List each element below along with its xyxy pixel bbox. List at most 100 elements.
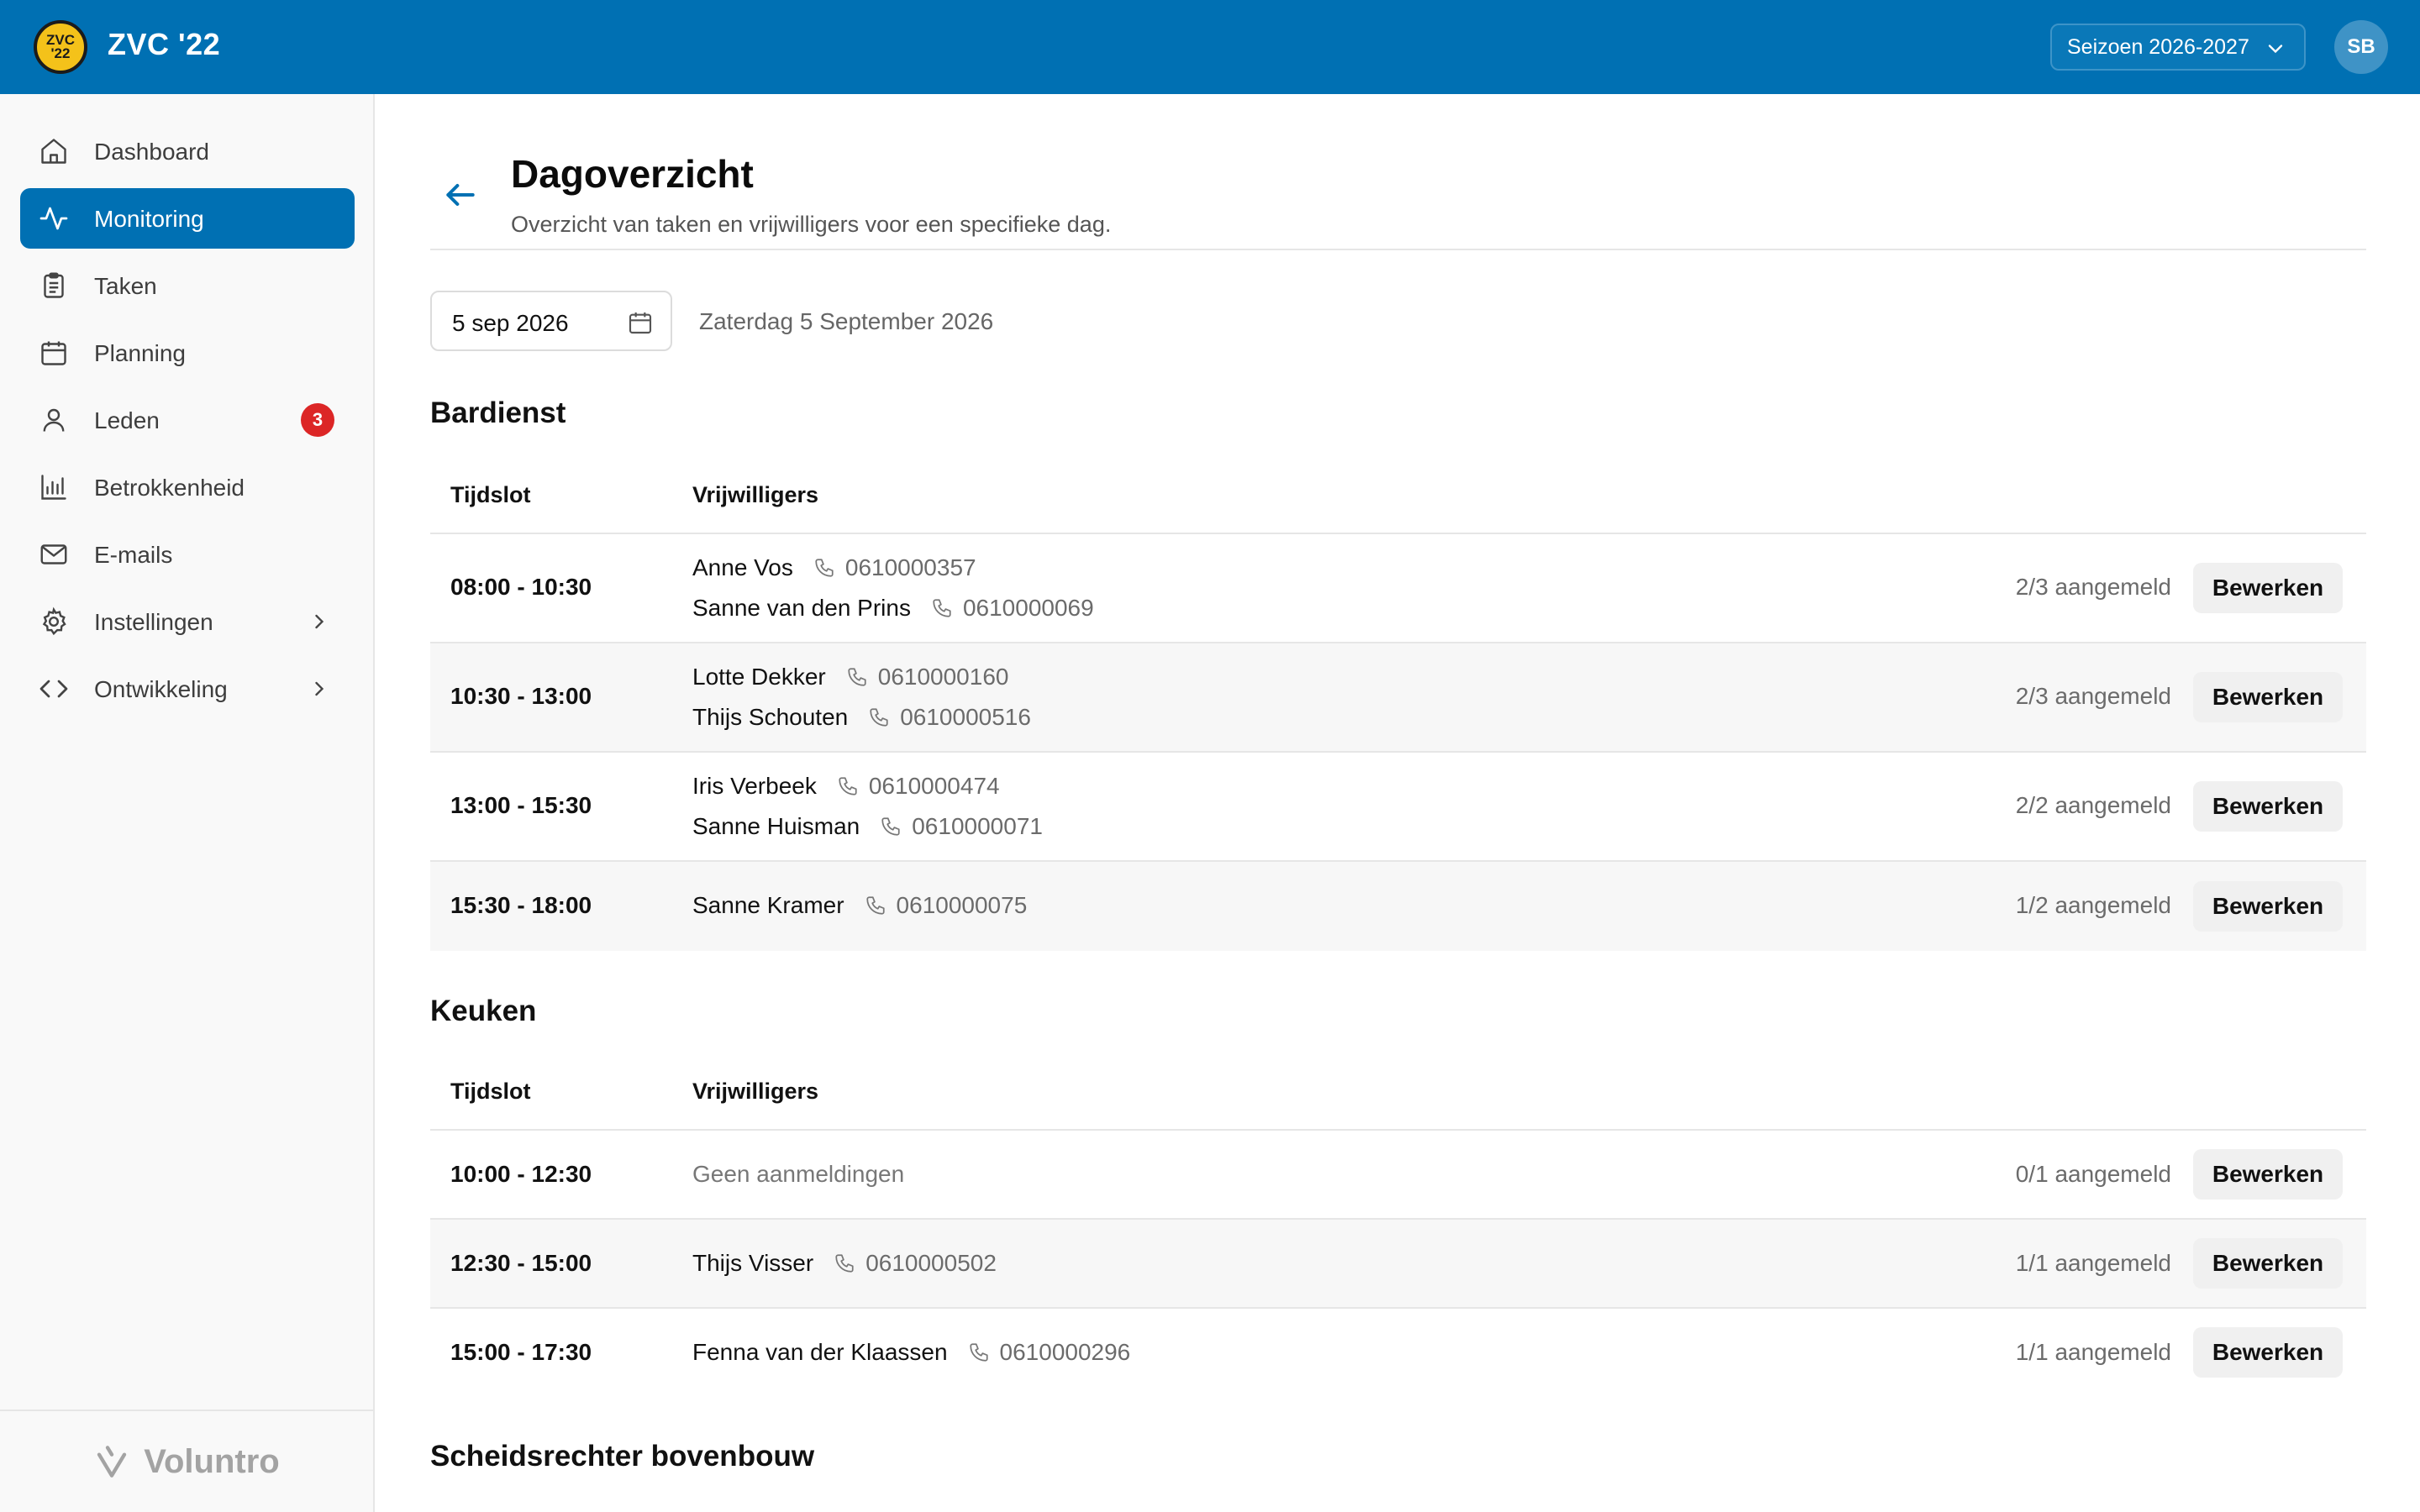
time-slot: 08:00 - 10:30 — [450, 574, 592, 600]
column-header-slot: Tijdslot — [450, 482, 531, 507]
phone-icon — [848, 668, 866, 686]
phone-icon — [865, 896, 885, 915]
volunteer-phone[interactable]: 0610000516 — [900, 704, 1031, 731]
signup-count: 1/2 aangemeld — [2015, 892, 2171, 918]
phone-icon — [933, 599, 951, 617]
edit-button[interactable]: Bewerken — [2193, 1238, 2343, 1289]
volunteer-phone[interactable]: 0610000296 — [1000, 1339, 1131, 1366]
sidebar-item-taken[interactable]: Taken — [20, 255, 355, 316]
volunteer-name: Iris Verbeek — [692, 773, 817, 799]
season-select[interactable]: Seizoen 2026-2027 — [2050, 24, 2306, 71]
column-header-volunteers: Vrijwilligers — [692, 482, 819, 507]
logo-text: ZVC '22 — [46, 32, 75, 61]
volunteer-name: Anne Vos — [692, 554, 793, 580]
time-slot: 13:00 - 15:30 — [450, 792, 592, 818]
sidebar-item-monitoring[interactable]: Monitoring — [20, 188, 355, 249]
code-icon — [39, 680, 68, 698]
club-logo: ZVC '22 — [34, 20, 87, 74]
table-row: 15:00 - 17:30 Fenna van der Klaassen 0610… — [430, 1309, 2366, 1396]
sidebar-item-leden[interactable]: Leden 3 — [20, 390, 355, 450]
sidebar-item-label: Dashboard — [94, 139, 209, 165]
phone-icon — [881, 817, 900, 836]
sidebar-item-label: E-mails — [94, 542, 173, 568]
edit-button[interactable]: Bewerken — [2193, 672, 2343, 722]
time-slot: 10:00 - 12:30 — [450, 1161, 592, 1187]
header-divider — [430, 249, 2366, 250]
volunteer-name: Lotte Dekker — [692, 664, 826, 690]
volunteer-phone[interactable]: 0610000502 — [865, 1250, 997, 1277]
volunteer-phone[interactable]: 0610000071 — [912, 813, 1043, 840]
sidebar-item-betrokkenheid[interactable]: Betrokkenheid — [20, 457, 355, 517]
sidebar-item-dashboard[interactable]: Dashboard — [20, 121, 355, 181]
volunteer-entry: Sanne Huisman 0610000071 — [692, 813, 1043, 840]
edit-button[interactable]: Bewerken — [2193, 1149, 2343, 1200]
volunteer-name: Thijs Visser — [692, 1250, 814, 1276]
edit-button[interactable]: Bewerken — [2193, 1327, 2343, 1378]
signup-count: 1/1 aangemeld — [2015, 1250, 2171, 1276]
edit-button[interactable]: Bewerken — [2193, 563, 2343, 613]
volunteer-name: Fenna van der Klaassen — [692, 1339, 948, 1365]
edit-button[interactable]: Bewerken — [2193, 781, 2343, 832]
volunteer-phone[interactable]: 0610000160 — [878, 664, 1009, 690]
sidebar-item-planning[interactable]: Planning — [20, 323, 355, 383]
volunteer-phone[interactable]: 0610000075 — [897, 892, 1028, 919]
calendar-icon — [41, 341, 66, 365]
main-content: Dagoverzicht Overzicht van taken en vrij… — [376, 94, 2420, 1512]
gear-icon — [42, 606, 66, 636]
mail-icon — [40, 544, 67, 564]
volunteer-entry: Anne Vos 0610000357 — [692, 554, 976, 581]
sidebar-item-label: Leden — [94, 407, 160, 433]
date-value: 5 sep 2026 — [452, 310, 569, 336]
sidebar: Dashboard Monitoring Taken Planning Lede… — [0, 94, 375, 1512]
table-row: 08:00 - 10:30 Anne Vos 0610000357 Sanne v… — [430, 534, 2366, 642]
table-row: 10:30 - 13:00 Lotte Dekker 0610000160 Thi… — [430, 643, 2366, 751]
date-picker[interactable]: 5 sep 2026 — [430, 291, 672, 351]
volunteer-entry: Thijs Visser 0610000502 — [692, 1250, 997, 1277]
sidebar-item-label: Monitoring — [94, 206, 204, 232]
notification-badge: 3 — [301, 403, 334, 437]
volunteer-entry: Sanne van den Prins 0610000069 — [692, 595, 1094, 622]
volunteer-name: Sanne van den Prins — [692, 595, 911, 621]
voluntro-logo-icon — [97, 1446, 127, 1478]
clipboard-icon — [44, 272, 64, 298]
sidebar-item-label: Planning — [94, 340, 186, 366]
table-row: 13:00 - 15:30 Iris Verbeek 0610000474 San… — [430, 753, 2366, 860]
page-title: Dagoverzicht — [511, 152, 754, 196]
user-icon — [43, 408, 65, 432]
user-avatar[interactable]: SB — [2334, 20, 2388, 74]
signup-count: 0/1 aangemeld — [2015, 1161, 2171, 1187]
sidebar-item-label: Taken — [94, 273, 157, 299]
volunteer-phone[interactable]: 0610000474 — [869, 773, 1000, 800]
date-long: Zaterdag 5 September 2026 — [699, 308, 994, 334]
phone-icon — [870, 708, 888, 727]
sidebar-item-label: Betrokkenheid — [94, 475, 245, 501]
volunteer-name: Sanne Kramer — [692, 892, 844, 918]
signup-count: 2/3 aangemeld — [2015, 683, 2171, 709]
table-row: 15:30 - 18:00 Sanne Kramer 0610000075 1/2… — [430, 862, 2366, 951]
sidebar-item-emails[interactable]: E-mails — [20, 524, 355, 585]
phone-icon — [839, 777, 857, 795]
column-header-slot: Tijdslot — [450, 1079, 531, 1104]
time-slot: 15:30 - 18:00 — [450, 892, 592, 918]
back-arrow-icon[interactable] — [442, 176, 479, 213]
time-slot: 15:00 - 17:30 — [450, 1339, 592, 1365]
brand-footer: Voluntro — [0, 1410, 375, 1512]
activity-icon — [39, 207, 68, 230]
section-title: Keuken — [430, 995, 537, 1027]
table-row: 12:30 - 15:00 Thijs Visser 0610000502 1/1… — [430, 1220, 2366, 1307]
sidebar-item-instellingen[interactable]: Instellingen — [20, 591, 355, 652]
volunteer-name: Thijs Schouten — [692, 704, 849, 730]
phone-icon — [969, 1343, 988, 1362]
season-label: Seizoen 2026-2027 — [2067, 34, 2249, 59]
calendar-icon — [629, 312, 652, 334]
volunteer-phone[interactable]: 0610000069 — [963, 595, 1094, 622]
edit-button[interactable]: Bewerken — [2193, 881, 2343, 932]
volunteer-phone[interactable]: 0610000357 — [845, 554, 976, 581]
brand-name: Voluntro — [144, 1442, 280, 1480]
section-title: Bardienst — [430, 396, 566, 429]
top-bar: ZVC '22 ZVC '22 Seizoen 2026-2027 SB — [0, 0, 2420, 94]
bar-chart-icon — [41, 475, 66, 500]
sidebar-item-ontwikkeling[interactable]: Ontwikkeling — [20, 659, 355, 719]
volunteer-entry: Sanne Kramer 0610000075 — [692, 892, 1027, 919]
phone-icon — [815, 559, 834, 577]
